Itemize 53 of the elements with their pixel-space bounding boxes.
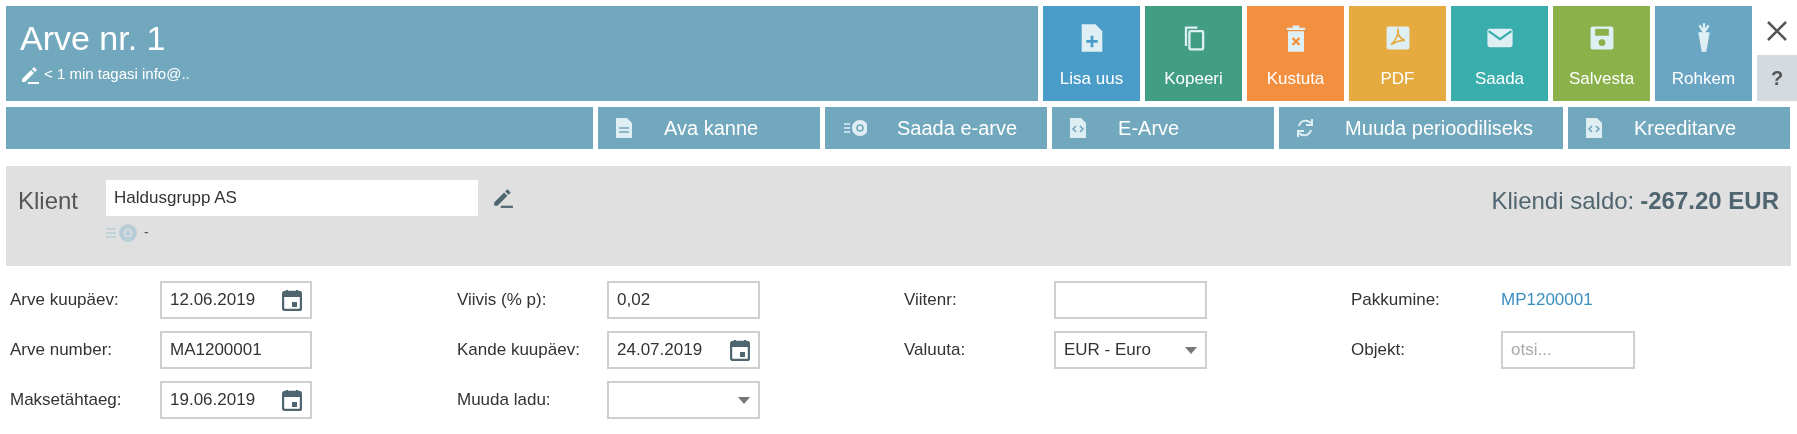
action-button[interactable]: Lisa uus	[1043, 6, 1140, 101]
help-button[interactable]: ?	[1757, 55, 1797, 101]
code-file-icon	[1583, 117, 1604, 139]
field-label: Arve number:	[10, 339, 114, 362]
balance-label: Kliendi saldo:	[1491, 186, 1635, 216]
code-file-icon	[1068, 117, 1089, 139]
search-field[interactable]: otsi...	[1501, 331, 1635, 369]
toolbar-button[interactable]: Kreeditarve	[1567, 107, 1790, 149]
input-field[interactable]: MA1200001	[160, 331, 312, 369]
toolbar-button[interactable]: E-Arve	[1052, 107, 1275, 149]
action-button[interactable]: Saada	[1451, 6, 1548, 101]
date-field[interactable]: 24.07.2019	[607, 331, 760, 369]
balance-amount: -267.20 EUR	[1640, 186, 1779, 216]
field-label: Viitenr:	[904, 289, 958, 312]
client-email: -	[144, 223, 149, 242]
pencil-icon	[20, 65, 40, 84]
invoice-title: Arve nr. 1	[20, 21, 167, 56]
edit-info-text: < 1 min tagasi info@..	[44, 64, 190, 85]
caret-icon	[1185, 346, 1197, 354]
field-label: Arve kuupäev:	[10, 289, 120, 312]
calendar-icon[interactable]	[730, 339, 750, 361]
pencil-icon[interactable]	[492, 188, 515, 208]
client-field[interactable]: Haldusgrupp AS	[106, 180, 479, 216]
field-label: Viivis (% p):	[457, 289, 548, 312]
date-field[interactable]: 12.06.2019	[160, 281, 312, 319]
date-field[interactable]: 19.06.2019	[160, 381, 312, 419]
offer-link[interactable]: MP1200001	[1501, 281, 1593, 319]
input-field[interactable]	[1054, 281, 1207, 319]
calendar-icon[interactable]	[282, 389, 302, 411]
calendar-icon[interactable]	[282, 289, 302, 311]
field-label: Valuuta:	[904, 339, 967, 362]
email-icon	[841, 117, 868, 139]
document-icon	[614, 117, 634, 139]
toolbar-button[interactable]: Muuda perioodiliseks	[1279, 107, 1563, 149]
client-label: Klient	[18, 186, 79, 216]
refresh-icon	[1295, 117, 1316, 139]
dropdown-field[interactable]: EUR - Euro	[1054, 331, 1207, 369]
field-label: Kande kuupäev:	[457, 339, 581, 362]
input-field[interactable]: 0,02	[607, 281, 760, 319]
action-button[interactable]: Salvesta	[1553, 6, 1650, 101]
action-button[interactable]: Kustuta	[1247, 6, 1344, 101]
field-label: Pakkumine:	[1351, 289, 1441, 312]
action-button[interactable]: Rohkem	[1655, 6, 1752, 101]
dropdown-field[interactable]	[607, 381, 760, 419]
field-label: Objekt:	[1351, 339, 1406, 362]
field-label: Muuda ladu:	[457, 389, 552, 412]
caret-icon	[738, 396, 750, 404]
action-button[interactable]: PDF	[1349, 6, 1446, 101]
toolbar-button[interactable]: Ava kanne	[598, 107, 821, 149]
close-icon	[1766, 19, 1788, 42]
toolbar-button[interactable]: Saada e-arve	[825, 107, 1048, 149]
action-button[interactable]: Kopeeri	[1145, 6, 1242, 101]
field-label: Maksetähtaeg:	[10, 389, 123, 412]
